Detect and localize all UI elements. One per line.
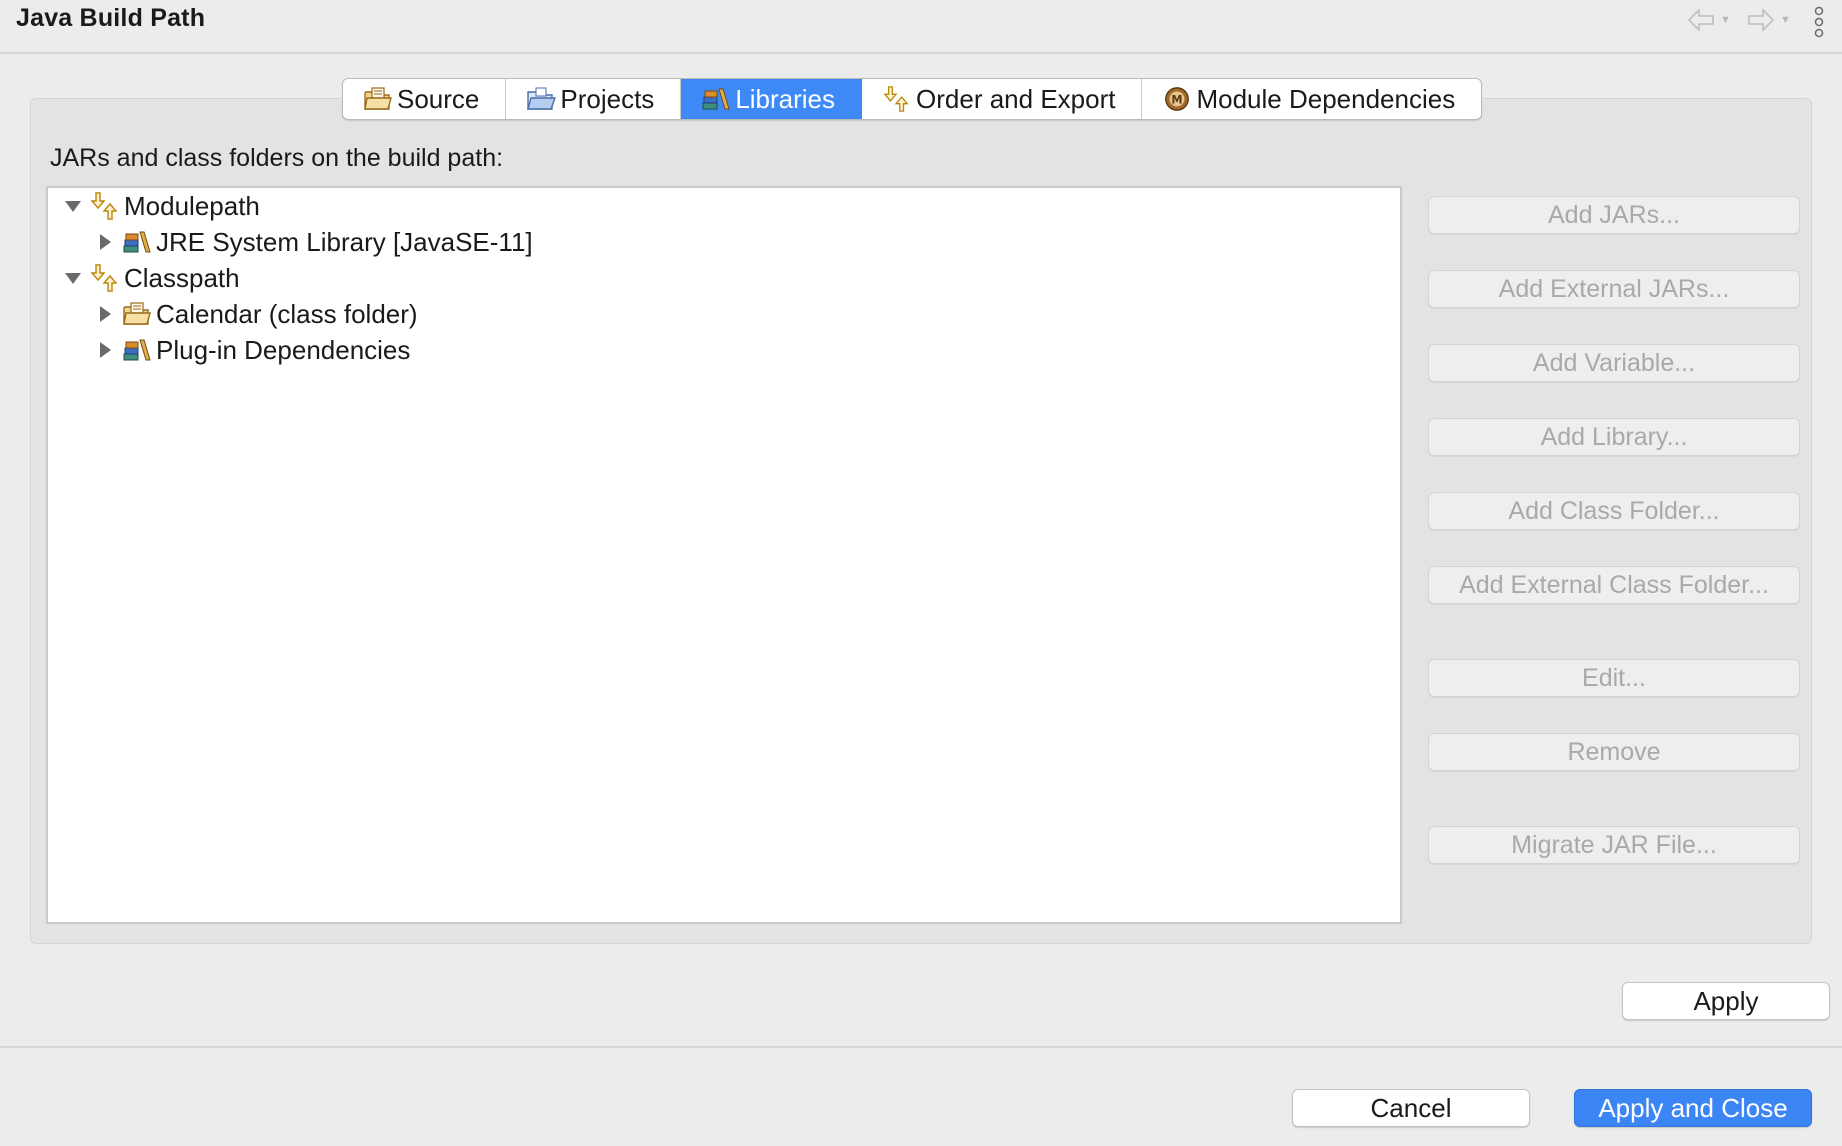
tree-node-label: Classpath — [124, 262, 240, 293]
tab-bar: Source Projects Libraries Order and Expo… — [342, 78, 1483, 120]
tab-label: Module Dependencies — [1196, 83, 1456, 114]
tab-label: Order and Export — [916, 83, 1116, 114]
cancel-button[interactable]: Cancel — [1292, 1089, 1530, 1127]
page-title: Java Build Path — [16, 4, 206, 32]
tab-label: Libraries — [735, 83, 836, 114]
tree-node-plugin-dependencies[interactable]: Plug-in Dependencies — [94, 332, 410, 368]
vertical-dots-icon[interactable] — [1812, 6, 1826, 38]
library-icon — [122, 335, 152, 365]
apply-and-close-button[interactable]: Apply and Close — [1574, 1089, 1812, 1127]
dialog-header: Java Build Path ▼ ▼ — [0, 0, 1842, 54]
add-external-class-folder-button[interactable]: Add External Class Folder... — [1428, 566, 1800, 604]
tree-node-jre-system-library[interactable]: JRE System Library [JavaSE-11] — [94, 224, 533, 260]
add-variable-button[interactable]: Add Variable... — [1428, 344, 1800, 382]
chevron-right-icon[interactable] — [94, 339, 116, 361]
build-path-list-label: JARs and class folders on the build path… — [50, 144, 504, 172]
source-folder-icon — [363, 85, 393, 113]
add-jars-button[interactable]: Add JARs... — [1428, 196, 1800, 234]
migrate-jar-file-button[interactable]: Migrate JAR File... — [1428, 826, 1800, 864]
back-arrow-icon[interactable] — [1686, 6, 1716, 34]
tab-projects[interactable]: Projects — [506, 79, 682, 119]
tree-node-calendar-class-folder[interactable]: Calendar (class folder) — [94, 296, 418, 332]
chevron-down-icon[interactable] — [62, 195, 84, 217]
back-nav[interactable]: ▼ — [1686, 6, 1731, 34]
footer-divider — [0, 1046, 1842, 1048]
tab-libraries[interactable]: Libraries — [681, 79, 863, 119]
apply-button[interactable]: Apply — [1622, 982, 1830, 1020]
tree-node-classpath[interactable]: Classpath — [62, 260, 240, 296]
tree-node-label: Modulepath — [124, 190, 260, 221]
tab-label: Projects — [560, 83, 655, 114]
modulepath-icon — [90, 191, 120, 221]
add-class-folder-button[interactable]: Add Class Folder... — [1428, 492, 1800, 530]
tab-module-dependencies[interactable]: Module Dependencies — [1142, 79, 1481, 119]
chevron-down-icon[interactable]: ▼ — [1780, 14, 1791, 26]
forward-arrow-icon[interactable] — [1746, 6, 1776, 34]
add-library-button[interactable]: Add Library... — [1428, 418, 1800, 456]
chevron-right-icon[interactable] — [94, 231, 116, 253]
forward-nav[interactable]: ▼ — [1746, 6, 1791, 34]
tab-label: Source — [397, 83, 480, 114]
tree-node-label: Plug-in Dependencies — [156, 334, 411, 365]
tab-source[interactable]: Source — [343, 79, 507, 119]
chevron-right-icon[interactable] — [94, 303, 116, 325]
tab-order-and-export[interactable]: Order and Export — [862, 79, 1143, 119]
remove-button[interactable]: Remove — [1428, 733, 1800, 771]
module-icon — [1162, 85, 1192, 113]
build-path-tree[interactable]: Modulepath JRE System Library [JavaSE-11… — [46, 186, 1402, 924]
add-external-jars-button[interactable]: Add External JARs... — [1428, 270, 1800, 308]
projects-folder-icon — [526, 85, 556, 113]
chevron-down-icon[interactable]: ▼ — [1720, 14, 1731, 26]
library-icon — [122, 227, 152, 257]
tree-node-modulepath[interactable]: Modulepath — [62, 188, 260, 224]
order-export-icon — [882, 85, 912, 113]
edit-button[interactable]: Edit... — [1428, 659, 1800, 697]
class-folder-icon — [122, 299, 152, 329]
tree-node-label: Calendar (class folder) — [156, 298, 418, 329]
chevron-down-icon[interactable] — [62, 267, 84, 289]
tree-node-label: JRE System Library [JavaSE-11] — [156, 226, 533, 257]
libraries-icon — [701, 85, 731, 113]
classpath-icon — [90, 263, 120, 293]
